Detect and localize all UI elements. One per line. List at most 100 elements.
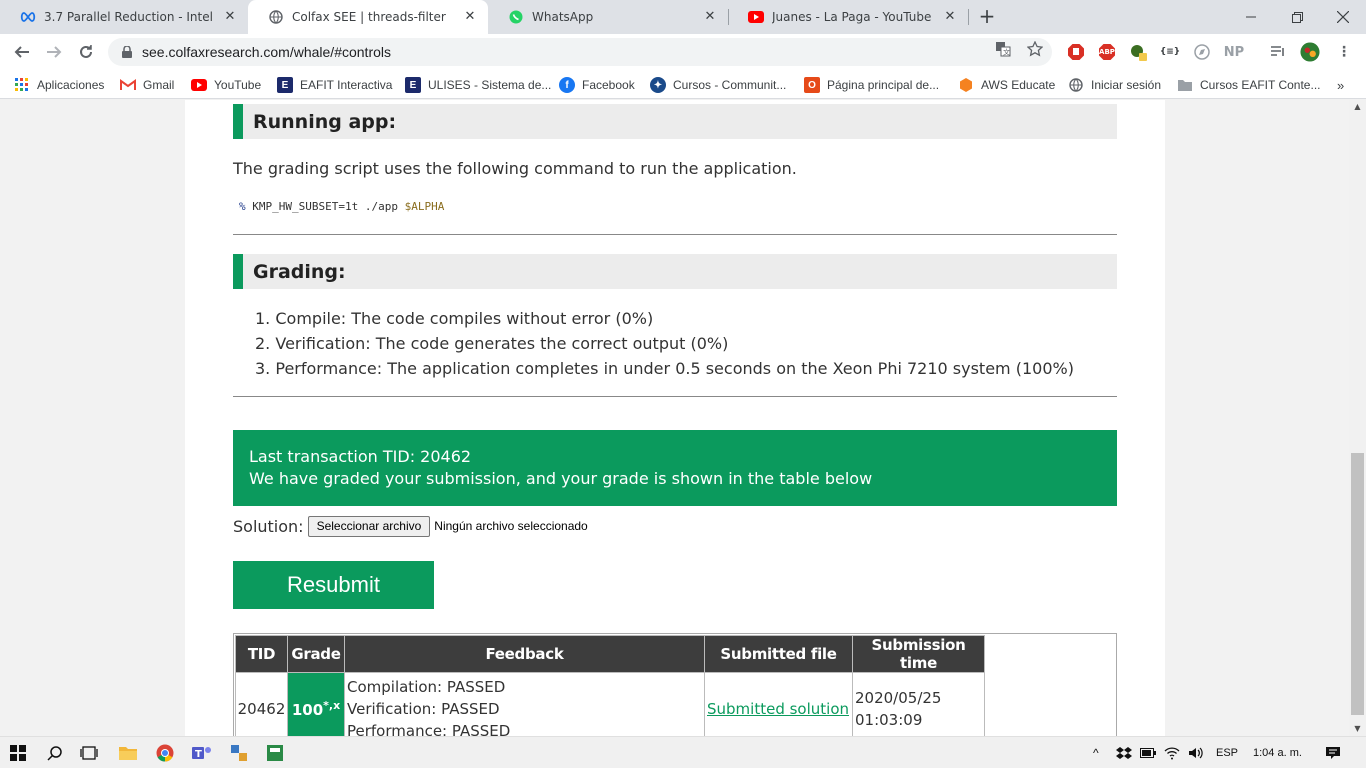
close-tab-icon[interactable]: ✕ [222, 9, 238, 25]
solution-label: Solution: [233, 516, 304, 536]
np-extension-icon[interactable]: NP [1224, 42, 1244, 62]
tid-cell: 20462 [235, 672, 288, 736]
grading-list: 1. Compile: The code compiles without er… [255, 306, 1074, 381]
volume-icon[interactable] [1188, 745, 1204, 761]
bookmark-cursos-community[interactable]: ✦ Cursos - Communit... [650, 76, 786, 94]
minimize-icon[interactable] [1228, 0, 1274, 34]
teams-icon[interactable]: T [190, 741, 214, 765]
globe-icon [268, 9, 284, 25]
command-variable: $ALPHA [404, 200, 445, 213]
compass-extension-icon[interactable] [1192, 42, 1212, 62]
tab-parallel-reduction[interactable]: 3.7 Parallel Reduction - Intel | Co ✕ [0, 0, 248, 34]
last-transaction-text: Last transaction TID: 20462 [249, 447, 472, 466]
more-bookmarks-chevron-icon[interactable]: » [1337, 76, 1344, 94]
grades-table: TID Grade Feedback Submitted file Submis… [235, 635, 985, 736]
grade-value: 100 [291, 700, 324, 719]
divider [233, 234, 1117, 235]
queue-extension-icon[interactable] [1268, 42, 1288, 62]
new-tab-plus-icon[interactable]: + [976, 6, 998, 28]
submission-date: 2020/05/25 [855, 688, 942, 707]
clock[interactable]: 1:04 a. m. [1253, 745, 1302, 761]
profile-avatar-icon[interactable] [1300, 42, 1320, 62]
restore-icon[interactable] [1274, 0, 1320, 34]
bookmark-cursos-eafit[interactable]: Cursos EAFIT Conte... [1177, 76, 1321, 94]
eafit-icon: E [277, 77, 293, 93]
bookmark-iniciar-sesion[interactable]: Iniciar sesión [1068, 76, 1161, 94]
calculator-app-icon[interactable] [263, 741, 287, 765]
chrome-icon[interactable] [153, 741, 177, 765]
page-viewport: Running app: The grading script uses the… [0, 100, 1349, 736]
bookmark-pagina-principal[interactable]: O Página principal de... [804, 76, 939, 94]
dropbox-icon[interactable] [1116, 745, 1132, 761]
scroll-down-arrow-icon[interactable]: ▼ [1349, 722, 1366, 736]
windows-start-icon[interactable] [6, 741, 30, 765]
column-header-submission-time: Submission time [852, 635, 985, 673]
grade-mark: *,x [323, 698, 341, 712]
address-bar[interactable]: see.colfaxresearch.com/whale/#controls [108, 38, 1052, 66]
infinity-icon [20, 9, 36, 25]
menu-kebab-icon[interactable]: ⋮ [1334, 42, 1354, 62]
action-center-icon[interactable] [1325, 745, 1341, 761]
tab-strip: 3.7 Parallel Reduction - Intel | Co ✕ Co… [0, 0, 1366, 34]
bookmark-star-icon[interactable] [1026, 40, 1044, 58]
bug-extension-icon[interactable] [1128, 42, 1148, 62]
page-card: Running app: The grading script uses the… [185, 100, 1165, 736]
translate-icon[interactable]: 文 [994, 40, 1012, 58]
tab-youtube[interactable]: Juanes - La Paga - YouTube ✕ [728, 0, 968, 34]
grades-table-container: TID Grade Feedback Submitted file Submis… [233, 633, 1117, 736]
adblock-plus-icon[interactable]: ABP [1097, 42, 1117, 62]
column-header-tid: TID [235, 635, 288, 673]
close-window-icon[interactable] [1320, 0, 1366, 34]
globe-icon [1068, 77, 1084, 93]
bookmark-facebook[interactable]: f Facebook [559, 76, 635, 94]
task-view-icon[interactable] [77, 741, 101, 765]
submission-clock: 01:03:09 [855, 710, 923, 729]
resubmit-button[interactable]: Resubmit [233, 561, 434, 609]
svg-text:文: 文 [1003, 48, 1010, 57]
bookmark-ulises[interactable]: E ULISES - Sistema de... [405, 76, 551, 94]
close-tab-icon[interactable]: ✕ [462, 9, 478, 25]
language-indicator[interactable]: ESP [1216, 745, 1238, 761]
running-app-heading: Running app: [233, 104, 1117, 139]
bookmark-aplicaciones[interactable]: Aplicaciones [14, 76, 104, 94]
bookmark-youtube[interactable]: YouTube [191, 76, 261, 94]
tab-whatsapp[interactable]: WhatsApp ✕ [488, 0, 728, 34]
browser-toolbar: see.colfaxresearch.com/whale/#controls 文… [0, 34, 1366, 70]
svg-text:T: T [195, 749, 202, 760]
stop-extension-icon[interactable] [1066, 42, 1086, 62]
search-icon[interactable] [43, 741, 67, 765]
tab-colfax-see[interactable]: Colfax SEE | threads-filter ✕ [248, 0, 488, 34]
graded-message-text: We have graded your submission, and your… [249, 469, 873, 488]
close-tab-icon[interactable]: ✕ [942, 9, 958, 25]
whatsapp-icon [508, 9, 524, 25]
json-extension-icon[interactable]: {≡} [1160, 42, 1180, 62]
grading-heading: Grading: [233, 254, 1117, 289]
tab-separator [968, 9, 969, 25]
choose-file-button[interactable]: Seleccionar archivo [307, 515, 431, 537]
forward-arrow-icon[interactable] [42, 40, 66, 64]
scrollbar-thumb[interactable] [1351, 453, 1364, 715]
bookmark-eafit-interactiva[interactable]: E EAFIT Interactiva [277, 76, 392, 94]
reload-icon[interactable] [74, 40, 98, 64]
command-body: KMP_HW_SUBSET=1t ./app [252, 200, 398, 213]
close-tab-icon[interactable]: ✕ [702, 9, 718, 25]
file-explorer-icon[interactable] [116, 741, 140, 765]
submitted-solution-link[interactable]: Submitted solution [705, 700, 849, 718]
show-hidden-icons-chevron[interactable]: ^ [1093, 745, 1099, 761]
network-app-icon[interactable] [227, 741, 251, 765]
feedback-line: Verification: PASSED [347, 699, 500, 718]
bookmark-aws-educate[interactable]: AWS Educate [958, 76, 1055, 94]
run-command: % KMP_HW_SUBSET=1t ./app $ALPHA [239, 200, 444, 213]
scroll-up-arrow-icon[interactable]: ▲ [1349, 100, 1366, 114]
grading-item: 3. Performance: The application complete… [255, 359, 1074, 378]
vertical-scrollbar[interactable]: ▲ ▼ [1349, 100, 1366, 736]
tab-title: Juanes - La Paga - YouTube [772, 10, 932, 24]
column-header-submitted-file: Submitted file [704, 635, 853, 673]
folder-icon [1177, 77, 1193, 93]
battery-icon[interactable] [1140, 745, 1156, 761]
back-arrow-icon[interactable] [10, 40, 34, 64]
youtube-icon [748, 9, 764, 25]
bookmark-gmail[interactable]: Gmail [120, 76, 174, 94]
no-file-text: Ningún archivo seleccionado [434, 519, 588, 533]
wifi-icon[interactable] [1164, 745, 1180, 761]
